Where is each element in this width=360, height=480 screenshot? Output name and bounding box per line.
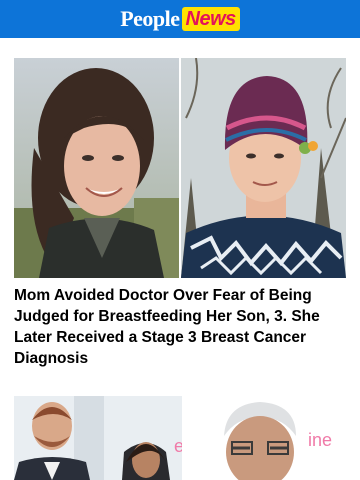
story-image-2[interactable]: e ine [14,396,346,480]
story-image[interactable] [14,58,346,278]
photo-older-man: ine [192,396,346,480]
logo-news-text: News [181,7,240,31]
backdrop-letters-right: ine [308,430,332,450]
backdrop-letter-left: e [174,436,182,456]
photo-couple: e [14,396,182,480]
photo-woman-beanie [181,58,346,278]
people-news-logo[interactable]: People News [120,5,240,33]
site-header: People News [0,0,360,38]
logo-people-text: People [120,6,180,31]
photo-woman-smiling [14,58,179,278]
story-headline[interactable]: Mom Avoided Doctor Over Fear of Being Ju… [14,285,354,369]
